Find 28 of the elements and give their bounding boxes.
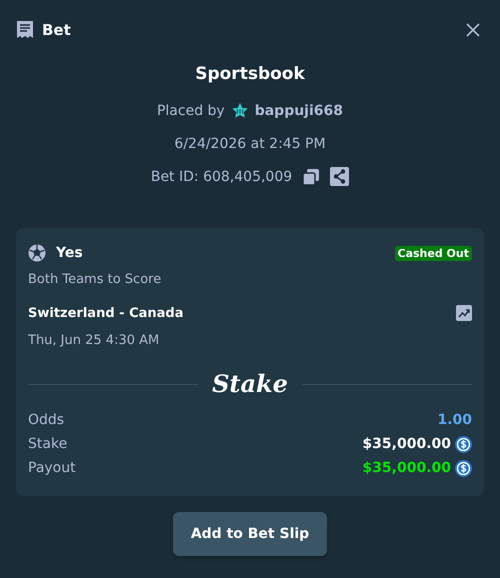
detail-label: Odds xyxy=(28,412,64,428)
bet-id: Bet ID: 608,405,009 xyxy=(150,168,292,184)
share-icon[interactable] xyxy=(330,167,350,186)
copy-icon[interactable] xyxy=(302,168,320,186)
detail-label: Payout xyxy=(28,460,76,476)
detail-value: 1.00 xyxy=(437,412,472,428)
coin-icon xyxy=(455,436,472,452)
brand-logo: Stake xyxy=(212,370,288,398)
event-start-time: Thu, Jun 25 4:30 AM xyxy=(28,333,160,348)
dialog-title: Bet xyxy=(42,21,72,39)
sportsbook-title: Sportsbook xyxy=(195,64,305,86)
username: bappuji668 xyxy=(254,102,344,118)
market-name: Both Teams to Score xyxy=(28,272,162,287)
detail-label: Stake xyxy=(28,436,68,452)
outcome-label: Yes xyxy=(56,245,83,261)
event-name: Switzerland - Canada xyxy=(28,306,184,320)
soccer-ball-icon xyxy=(28,244,46,262)
vip-star-icon xyxy=(230,102,249,120)
receipt-icon xyxy=(16,20,34,40)
detail-value: $35,000.00 xyxy=(362,460,451,476)
bet-date: 6/24/2026 at 2:45 PM xyxy=(174,136,326,152)
close-button[interactable] xyxy=(464,21,482,39)
status-tag: Cashed Out xyxy=(394,246,472,260)
chart-trend-icon[interactable] xyxy=(456,305,472,321)
detail-value: $35,000.00 xyxy=(362,436,451,452)
placed-by-label: Placed by xyxy=(156,102,225,118)
coin-icon xyxy=(455,460,472,476)
add-to-bet-slip-button[interactable]: Add to Bet Slip xyxy=(172,512,328,556)
